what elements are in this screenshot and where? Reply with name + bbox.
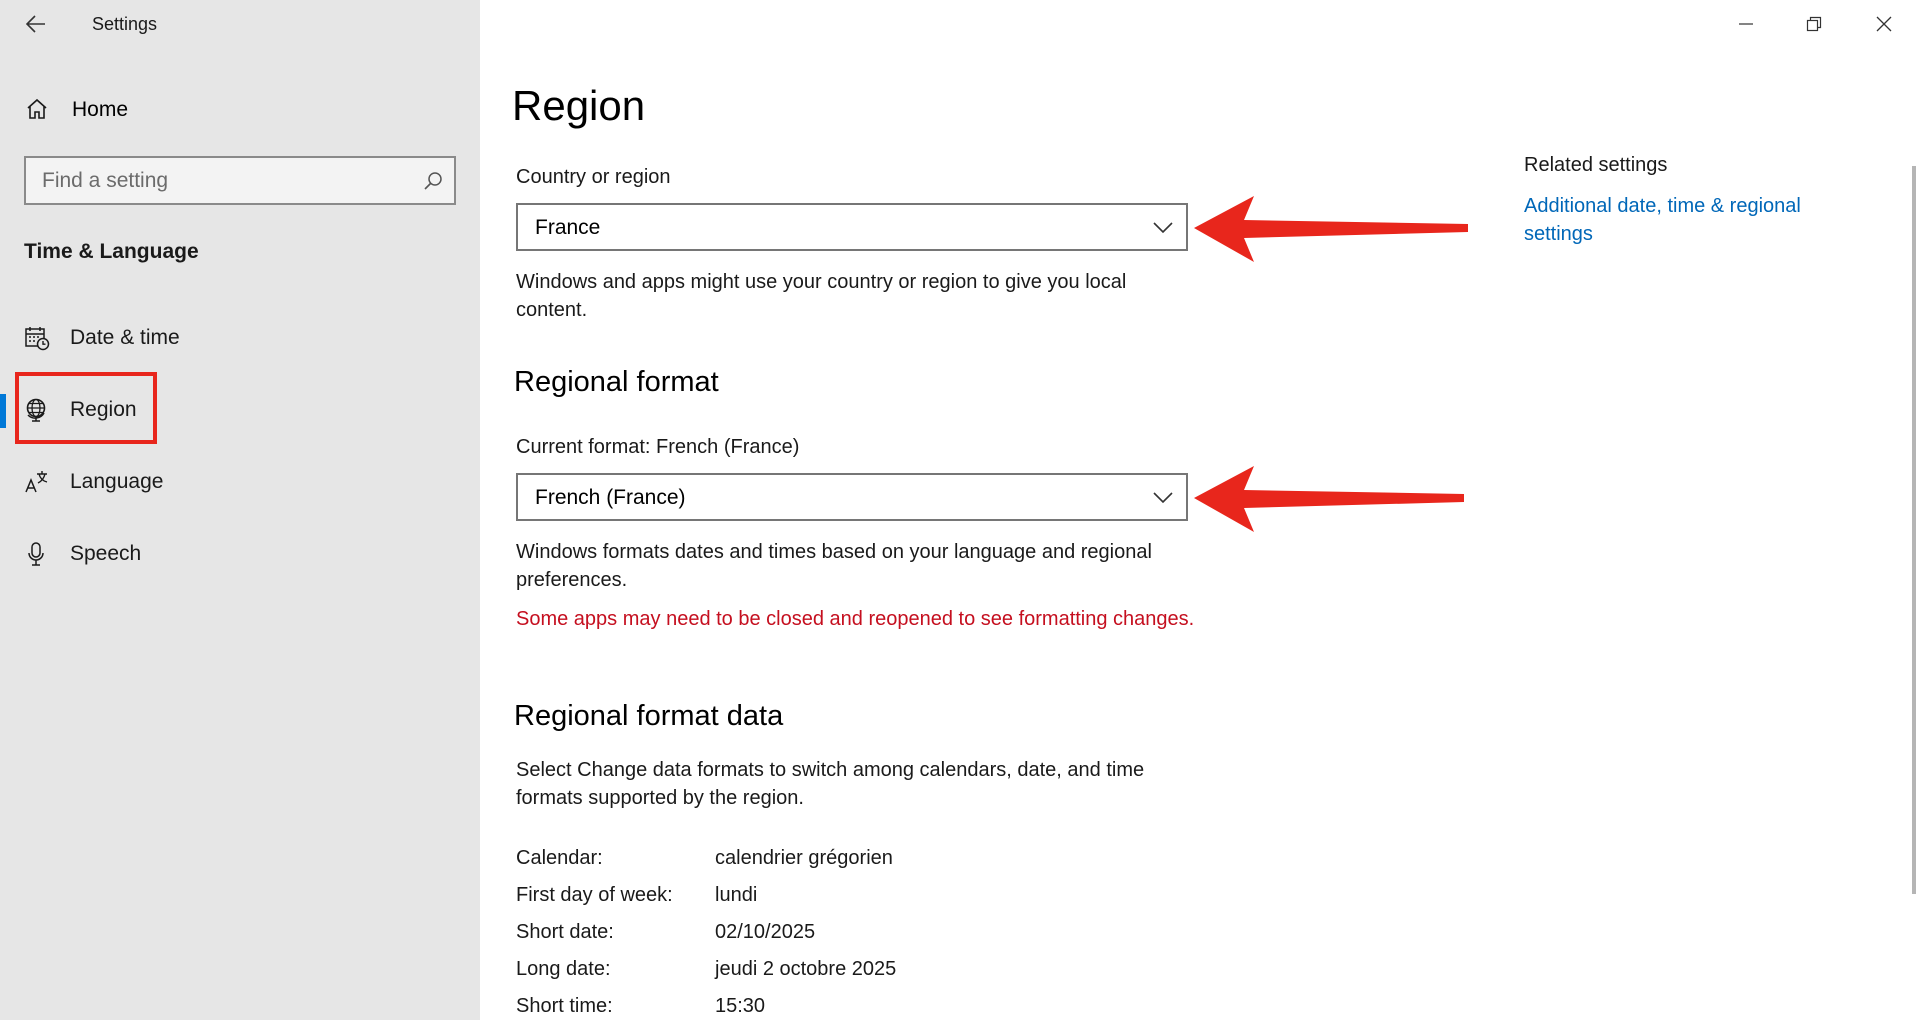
sidebar-item-label: Date & time [70, 326, 180, 349]
selection-indicator [0, 394, 6, 428]
sidebar-item-label: Speech [70, 542, 142, 565]
minimize-button[interactable] [1712, 0, 1780, 48]
scrollbar[interactable] [1912, 166, 1916, 894]
row-key: Short date: [516, 921, 614, 943]
sidebar-item-label: Region [70, 398, 137, 421]
additional-regional-settings-link[interactable]: Additional date, time & regional setting… [1524, 192, 1854, 248]
navigation-pane: Settings Home Time & Language Date & tim… [0, 0, 480, 1020]
format-data-row: Short date: 02/10/2025 [516, 921, 1196, 951]
microphone-icon [28, 542, 44, 566]
sidebar-item-label: Language [70, 470, 164, 493]
format-description: Windows formats dates and times based on… [516, 541, 1152, 591]
format-data-row: Short time: 15:30 [516, 995, 1196, 1020]
row-key: Calendar: [516, 847, 603, 869]
regional-format-heading: Regional format [514, 366, 719, 398]
search-input[interactable] [42, 168, 422, 194]
back-button[interactable] [20, 8, 52, 40]
restore-button[interactable] [1780, 0, 1848, 48]
related-settings-title: Related settings [1524, 154, 1668, 176]
search-setting-box[interactable] [24, 156, 456, 205]
sidebar-item-language[interactable]: Language [0, 452, 480, 512]
nav-home[interactable]: Home [0, 88, 480, 130]
row-value: 15:30 [715, 995, 766, 1017]
format-data-row: First day of week: lundi [516, 884, 1196, 914]
row-value: jeudi 2 octobre 2025 [715, 958, 897, 980]
section-title: Time & Language [24, 240, 199, 263]
row-value: 02/10/2025 [715, 921, 816, 943]
row-key: Long date: [516, 958, 611, 980]
nav-home-label: Home [72, 98, 129, 121]
country-description: Windows and apps might use your country … [516, 271, 1127, 321]
app-title: Settings [92, 14, 158, 34]
regional-format-dropdown[interactable]: French (France) [516, 473, 1188, 521]
annotation-arrow [1194, 466, 1464, 532]
format-data-row: Calendar: calendrier grégorien [516, 847, 1196, 877]
page-title: Region [512, 82, 646, 129]
format-data-description: Select Change data formats to switch amo… [516, 759, 1145, 809]
sidebar-item-region[interactable]: Region [0, 380, 480, 440]
restore-icon [1806, 16, 1822, 32]
current-format-label: Current format: French (France) [516, 436, 800, 458]
back-arrow-icon [26, 15, 45, 33]
home-icon [27, 98, 47, 119]
title-bar: Settings [0, 0, 480, 48]
row-value: lundi [715, 884, 758, 906]
globe-icon [26, 398, 46, 422]
sidebar-item-date-time[interactable]: Date & time [0, 308, 480, 368]
country-region-dropdown[interactable]: France [516, 203, 1188, 251]
search-icon[interactable] [422, 170, 444, 192]
chevron-down-icon [1153, 222, 1173, 234]
row-key: First day of week: [516, 884, 673, 906]
row-key: Short time: [516, 995, 613, 1017]
country-region-label: Country or region [516, 166, 671, 188]
calendar-clock-icon [25, 327, 50, 351]
format-data-row: Long date: jeudi 2 octobre 2025 [516, 958, 1196, 988]
annotation-arrow [1194, 196, 1468, 262]
sidebar-item-speech[interactable]: Speech [0, 524, 480, 584]
minimize-icon [1739, 23, 1753, 25]
dropdown-value: French (France) [535, 486, 686, 509]
close-icon [1876, 16, 1892, 32]
dropdown-value: France [535, 216, 601, 239]
chevron-down-icon [1153, 492, 1173, 504]
row-value: calendrier grégorien [715, 847, 893, 869]
close-button[interactable] [1850, 0, 1918, 48]
language-icon [25, 471, 48, 493]
format-warning: Some apps may need to be closed and reop… [516, 608, 1195, 630]
regional-format-data-heading: Regional format data [514, 700, 784, 732]
